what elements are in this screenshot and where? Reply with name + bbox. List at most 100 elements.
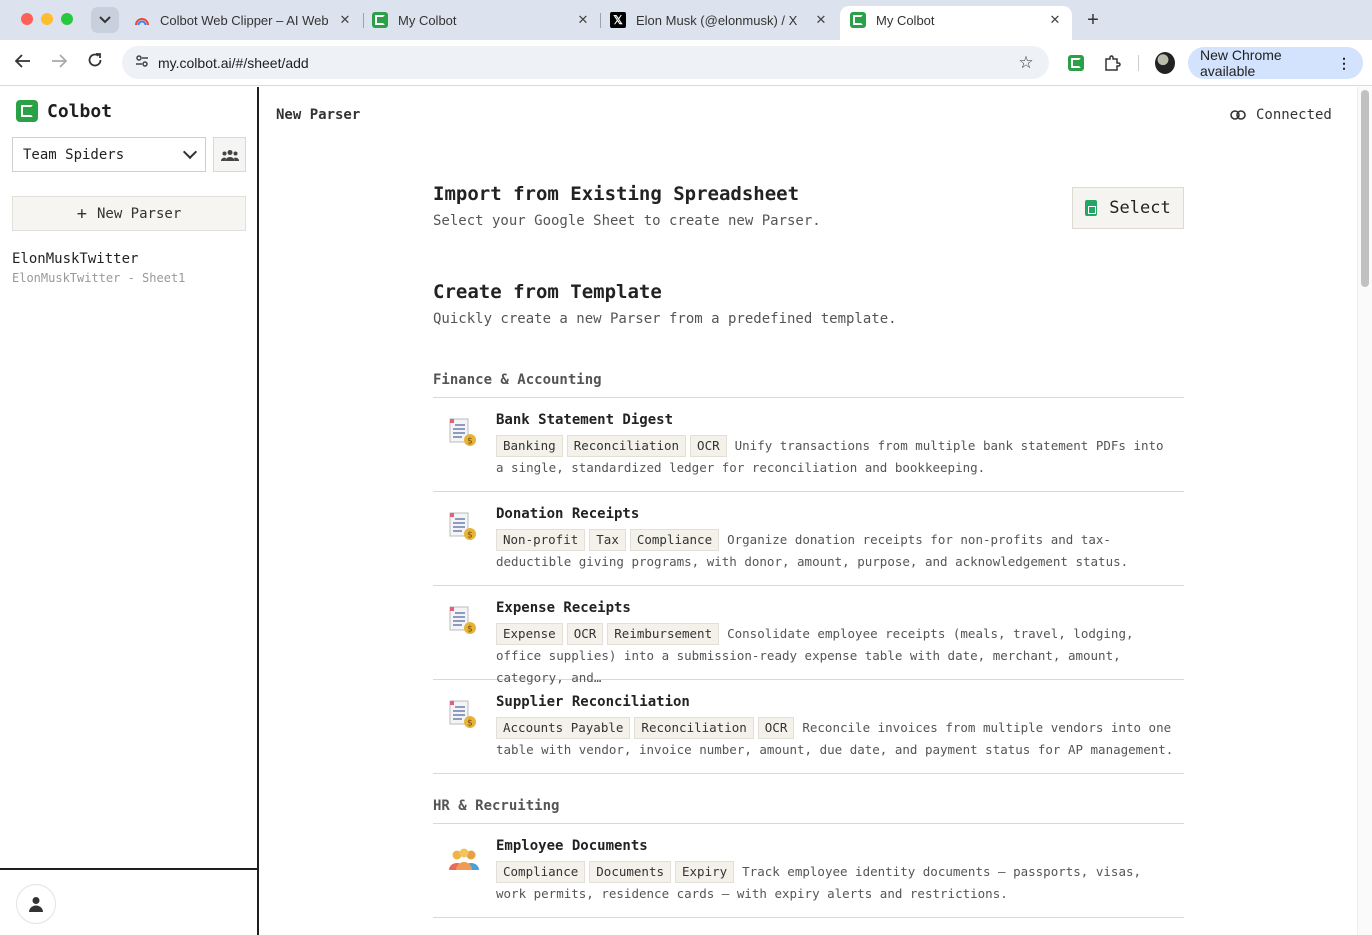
tag: Non-profit	[496, 529, 586, 551]
colbot-logo-icon	[16, 100, 38, 122]
template-title: Donation Receipts	[496, 506, 640, 522]
template-title: Create from Template	[433, 281, 662, 303]
tag: OCR	[757, 717, 795, 739]
template-body: Non-profit Tax Compliance Organize donation…	[496, 529, 1176, 573]
close-icon[interactable]: ✕	[812, 12, 830, 28]
team-select[interactable]: Team Spiders	[12, 137, 206, 172]
template-item[interactable]: $ Bank Statement Digest Banking Reconcili…	[433, 398, 1184, 492]
svg-text:$: $	[467, 625, 473, 635]
bookmark-star-icon[interactable]: ☆	[1011, 53, 1041, 73]
template-section: Create from Template Quickly create a ne…	[433, 281, 897, 327]
template-title: Bank Statement Digest	[496, 412, 674, 428]
team-members-button[interactable]	[213, 137, 246, 172]
team-select-value: Team Spiders	[23, 146, 125, 163]
new-parser-label: New Parser	[96, 205, 182, 222]
puzzle-icon	[1105, 55, 1121, 71]
svg-text:$: $	[467, 437, 473, 447]
close-window-button[interactable]	[21, 13, 33, 25]
tag: Tax	[589, 529, 626, 551]
main-panel: New Parser Connected Import from Existin…	[260, 87, 1357, 935]
minimize-window-button[interactable]	[41, 13, 53, 25]
import-title: Import from Existing Spreadsheet	[433, 183, 800, 205]
brand[interactable]: Colbot	[16, 100, 112, 122]
back-button[interactable]	[11, 51, 35, 75]
scrollbar[interactable]	[1357, 87, 1372, 935]
connection-status-label: Connected	[1256, 107, 1332, 123]
tag: Compliance	[629, 529, 720, 551]
parser-subtitle: ElonMuskTwitter - Sheet1	[12, 271, 186, 285]
chevron-down-icon	[99, 16, 111, 24]
close-icon[interactable]: ✕	[336, 12, 354, 28]
svg-text:$: $	[467, 719, 473, 729]
user-menu-button[interactable]	[16, 884, 56, 924]
arrow-right-icon	[52, 54, 68, 68]
arrow-left-icon	[14, 54, 30, 68]
template-body: Accounts Payable Reconciliation OCR Reconci…	[496, 717, 1176, 761]
template-title: Employee Documents	[496, 838, 648, 854]
browser-tab[interactable]: Colbot Web Clipper – AI Web ✕	[124, 6, 362, 34]
tag: Banking	[496, 435, 563, 457]
tag: Reconciliation	[634, 717, 754, 739]
scrollbar-thumb[interactable]	[1361, 90, 1369, 287]
template-item[interactable]: $ Supplier Reconciliation Accounts Payab…	[433, 680, 1184, 774]
template-body: Compliance Documents Expiry Track employee …	[496, 861, 1176, 905]
site-info-icon[interactable]	[128, 54, 156, 71]
template-item[interactable]: $ Donation Receipts Non-profit Tax Complia…	[433, 492, 1184, 586]
extensions-button[interactable]	[1102, 53, 1122, 73]
tab-title: Elon Musk (@elonmusk) / X	[636, 12, 798, 28]
tag: Accounts Payable	[496, 717, 631, 739]
browser-tab[interactable]: My Colbot ✕	[362, 6, 600, 34]
x-icon: 𝕏	[610, 12, 626, 28]
parser-title: ElonMuskTwitter	[12, 251, 139, 267]
avatar	[1155, 52, 1175, 74]
reload-button[interactable]	[83, 51, 107, 75]
maximize-window-button[interactable]	[61, 13, 73, 25]
url-text[interactable]: my.colbot.ai/#/sheet/add	[158, 55, 1011, 71]
sidebar: Colbot Team Spiders + New Parser ElonMus…	[0, 87, 259, 935]
close-icon[interactable]: ✕	[1046, 12, 1064, 28]
tag: Reimbursement	[607, 623, 720, 645]
colbot-icon	[372, 12, 388, 28]
category-heading: Finance & Accounting	[433, 372, 602, 388]
template-title: Expense Receipts	[496, 600, 631, 616]
tab-search-button[interactable]	[91, 7, 119, 33]
tag: Compliance	[496, 861, 586, 883]
colbot-icon	[850, 12, 866, 28]
tab-title: My Colbot	[398, 12, 457, 28]
browser-toolbar: my.colbot.ai/#/sheet/add ☆ New Chrome av…	[0, 40, 1372, 86]
select-sheet-button[interactable]: Select	[1072, 187, 1184, 229]
rainbow-icon	[135, 18, 149, 26]
connection-status[interactable]: Connected	[1230, 107, 1332, 123]
tag: OCR	[690, 435, 727, 457]
template-item[interactable]: Employee Documents Compliance Documents Ex…	[433, 824, 1184, 918]
link-icon	[1230, 110, 1246, 120]
address-bar[interactable]: my.colbot.ai/#/sheet/add ☆	[122, 46, 1049, 79]
group-icon	[220, 149, 239, 161]
template-item[interactable]: $ Expense Receipts Expense OCR Reimburseme…	[433, 586, 1184, 685]
close-icon[interactable]: ✕	[574, 12, 592, 28]
import-subtitle: Select your Google Sheet to create new P…	[433, 213, 821, 229]
new-tab-button[interactable]: +	[1083, 10, 1103, 30]
document-money-icon: $	[447, 416, 481, 450]
document-money-icon: $	[447, 510, 481, 544]
chrome-update-label: New Chrome available	[1200, 47, 1282, 79]
browser-tab-active[interactable]: My Colbot ✕	[840, 6, 1072, 40]
parser-list-item[interactable]: ElonMuskTwitter ElonMuskTwitter - Sheet1	[12, 251, 185, 285]
colbot-extension-button[interactable]	[1066, 53, 1086, 73]
chevron-down-icon	[182, 144, 198, 160]
toolbar-divider	[1138, 55, 1139, 71]
template-body: Banking Reconciliation OCR Unify transactio…	[496, 435, 1176, 479]
colbot-icon	[1068, 55, 1084, 71]
browser-tab[interactable]: 𝕏 Elon Musk (@elonmusk) / X ✕	[600, 6, 838, 34]
template-subtitle: Quickly create a new Parser from a prede…	[433, 311, 897, 327]
sidebar-footer	[0, 868, 257, 935]
forward-button[interactable]	[47, 51, 71, 75]
select-sheet-label: Select	[1109, 198, 1171, 218]
document-money-icon: $	[447, 604, 481, 638]
page-title: New Parser	[276, 107, 361, 123]
profile-button[interactable]	[1155, 52, 1175, 74]
reload-icon	[88, 53, 102, 67]
chrome-update-button[interactable]: New Chrome available ⋮	[1188, 47, 1363, 79]
new-parser-button[interactable]: + New Parser	[12, 196, 246, 231]
import-section: Import from Existing Spreadsheet Select …	[433, 183, 821, 229]
